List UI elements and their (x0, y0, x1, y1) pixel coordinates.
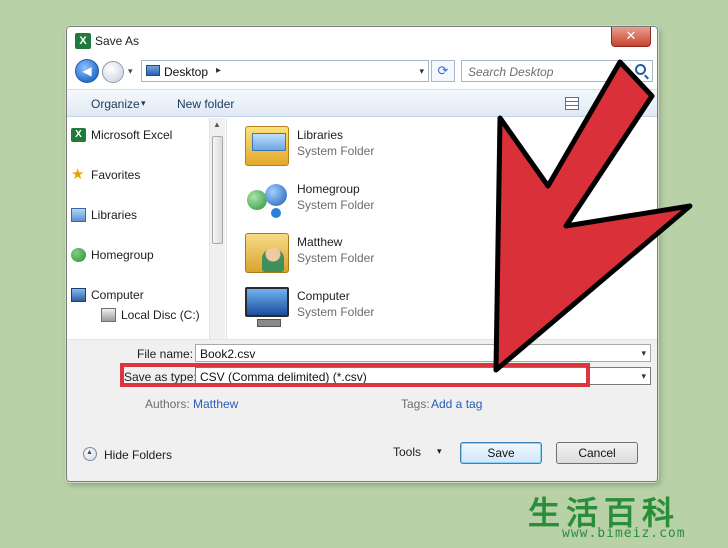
save-type-highlight (120, 363, 590, 387)
authors-label: Authors: (145, 397, 190, 411)
organize-chevron-down-icon[interactable]: ▾ (141, 98, 146, 109)
file-name-label: File name: (137, 347, 194, 361)
new-folder-button[interactable]: New folder (177, 97, 234, 111)
sidebar-item-homegroup[interactable]: Homegroup (71, 248, 154, 262)
file-type: System Folder (297, 144, 375, 158)
watermark: 生活百科 www.bimeiz.com (524, 488, 728, 548)
tools-button[interactable]: Tools (393, 445, 421, 459)
list-item[interactable]: Matthew System Folder (245, 231, 625, 277)
address-dropdown-icon[interactable]: ▾ (419, 66, 424, 77)
scroll-up-icon[interactable]: ▲ (213, 120, 221, 129)
authors-value[interactable]: Matthew (193, 397, 238, 411)
star-icon: ★ (71, 166, 85, 183)
sidebar-item-label: Libraries (91, 208, 138, 222)
back-button[interactable]: ◀ (75, 59, 99, 83)
homegroup-icon (71, 248, 86, 262)
file-name-value[interactable]: Book2.csv (200, 347, 255, 361)
sidebar-item-label: Favorites (91, 168, 141, 182)
list-item[interactable]: Computer System Folder (245, 285, 625, 331)
libraries-icon (71, 208, 86, 222)
sidebar-item-favorites[interactable]: ★ Favorites (71, 167, 141, 182)
history-dropdown-icon[interactable]: ▾ (128, 66, 133, 77)
libraries-folder-icon (245, 126, 289, 166)
file-list: Libraries System Folder Homegroup System… (229, 118, 657, 339)
address-text[interactable]: Desktop (164, 65, 208, 79)
list-item[interactable]: Libraries System Folder (245, 124, 625, 170)
search-placeholder: Search Desktop (468, 65, 554, 79)
disk-icon (101, 308, 116, 322)
sidebar-scroll-thumb[interactable] (212, 136, 223, 244)
user-folder-icon (245, 233, 289, 273)
sidebar-scrollbar[interactable]: ▲ (209, 118, 225, 339)
computer-icon (71, 288, 86, 302)
sidebar-item-label: Homegroup (91, 248, 154, 262)
view-options-icon[interactable] (565, 97, 579, 110)
homegroup-icon (245, 180, 289, 220)
forward-button[interactable] (102, 61, 124, 83)
sidebar-item-local-disc[interactable]: Local Disc (C:) (101, 308, 200, 322)
refresh-button[interactable]: ⟳ (431, 60, 455, 82)
window-title: Save As (95, 34, 140, 48)
file-type: System Folder (297, 251, 375, 265)
file-type: System Folder (297, 305, 375, 319)
file-name-dropdown-icon[interactable]: ▾ (641, 348, 646, 359)
save-options-panel: File name: Book2.csv ▾ Save as type: CSV… (67, 339, 657, 481)
organize-button[interactable]: Organize (91, 97, 140, 111)
tags-label: Tags: (401, 397, 430, 411)
title-bar: X Save As ✕ (67, 27, 657, 55)
excel-icon: X (71, 128, 86, 142)
list-item[interactable]: Homegroup System Folder (245, 178, 625, 224)
save-type-dropdown-icon[interactable]: ▾ (641, 371, 646, 382)
file-name: Homegroup (297, 182, 360, 196)
file-type: System Folder (297, 198, 375, 212)
command-toolbar: Organize ▾ New folder (67, 89, 657, 117)
sidebar-item-libraries[interactable]: Libraries (71, 208, 138, 222)
add-tag-link[interactable]: Add a tag (431, 397, 482, 411)
file-name: Libraries (297, 128, 344, 142)
hide-folders-chevron-icon[interactable] (83, 447, 97, 461)
tools-chevron-down-icon[interactable]: ▾ (437, 446, 442, 457)
watermark-url: www.bimeiz.com (562, 526, 686, 541)
close-button[interactable]: ✕ (611, 27, 651, 47)
file-name: Matthew (297, 235, 343, 249)
sidebar-item-microsoft-excel[interactable]: X Microsoft Excel (71, 128, 173, 142)
desktop-icon (146, 65, 160, 76)
address-bar[interactable]: Desktop ▸ ▾ (141, 60, 429, 82)
file-name-field[interactable]: Book2.csv ▾ (195, 344, 651, 362)
breadcrumb-chevron-icon[interactable]: ▸ (216, 65, 221, 76)
save-as-dialog: X Save As ✕ ◀ ▾ Desktop ▸ ▾ ⟳ Search Des… (66, 26, 658, 482)
file-name: Computer (297, 289, 350, 303)
hide-folders-button[interactable]: Hide Folders (104, 448, 172, 462)
sidebar-item-label: Microsoft Excel (91, 128, 173, 142)
search-input[interactable]: Search Desktop (461, 60, 653, 82)
sidebar-item-label: Computer (91, 288, 144, 302)
navigation-pane: X Microsoft Excel ★ Favorites Libraries … (67, 118, 227, 339)
navigation-bar: ◀ ▾ Desktop ▸ ▾ ⟳ Search Desktop (67, 57, 657, 87)
cancel-button[interactable]: Cancel (556, 442, 638, 464)
search-icon[interactable] (635, 64, 646, 75)
computer-icon (245, 287, 289, 327)
sidebar-item-computer[interactable]: Computer (71, 288, 144, 302)
excel-app-icon: X (75, 33, 91, 49)
sidebar-item-label: Local Disc (C:) (121, 308, 200, 322)
save-button[interactable]: Save (460, 442, 542, 464)
